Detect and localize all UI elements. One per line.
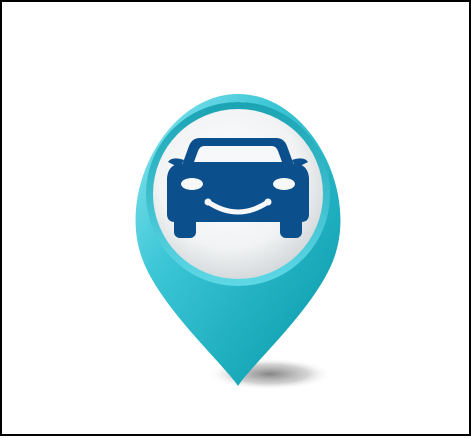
car-windshield xyxy=(194,146,282,162)
car-smile-dot-right xyxy=(264,198,272,206)
car-location-pin-icon xyxy=(135,94,341,390)
car-smile-dot-left xyxy=(204,198,212,206)
car-headlight-right xyxy=(273,178,295,190)
image-frame xyxy=(0,0,471,436)
car-headlight-left xyxy=(181,178,203,190)
